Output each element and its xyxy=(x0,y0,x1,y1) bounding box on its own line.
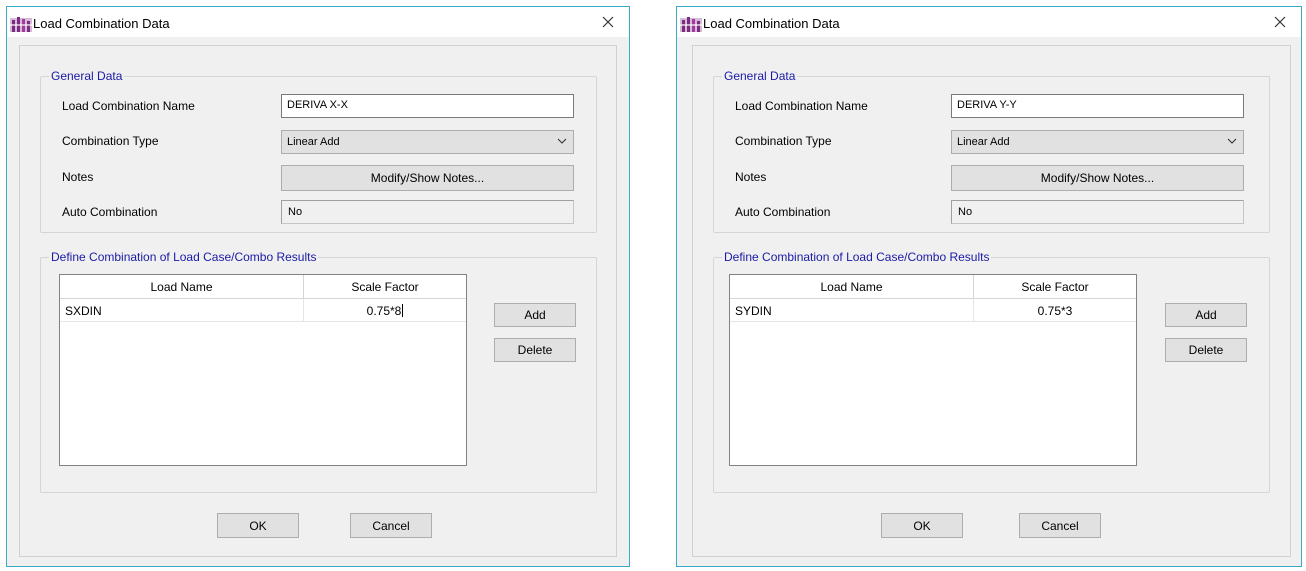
close-button[interactable] xyxy=(1259,7,1301,37)
load-combination-name-label: Load Combination Name xyxy=(62,99,195,113)
load-combination-grid[interactable]: Load Name Scale Factor SYDIN 0.75*3 xyxy=(729,274,1137,466)
add-button[interactable]: Add xyxy=(494,303,576,327)
general-data-legend: General Data xyxy=(722,69,798,83)
define-combination-legend: Define Combination of Load Case/Combo Re… xyxy=(722,250,992,264)
auto-combination-value: No xyxy=(281,200,574,224)
column-header-scale-factor[interactable]: Scale Factor xyxy=(974,275,1136,298)
etabs-app-icon xyxy=(10,17,32,32)
ok-button[interactable]: OK xyxy=(217,513,299,538)
combination-type-select[interactable]: Linear Add xyxy=(281,130,574,154)
table-row[interactable]: SXDIN 0.75*8 xyxy=(60,299,466,322)
general-data-group: General Data Load Combination Name DERIV… xyxy=(40,69,597,233)
close-icon xyxy=(602,16,614,28)
table-row[interactable]: SYDIN 0.75*3 xyxy=(730,299,1136,322)
auto-combination-label: Auto Combination xyxy=(735,205,831,219)
grid-header: Load Name Scale Factor xyxy=(60,275,466,299)
modify-show-notes-button[interactable]: Modify/Show Notes... xyxy=(951,165,1244,191)
delete-button[interactable]: Delete xyxy=(494,338,576,362)
ok-button[interactable]: OK xyxy=(881,513,963,538)
define-combination-legend: Define Combination of Load Case/Combo Re… xyxy=(49,250,319,264)
modify-show-notes-button[interactable]: Modify/Show Notes... xyxy=(281,165,574,191)
notes-label: Notes xyxy=(735,170,767,184)
define-combination-group: Define Combination of Load Case/Combo Re… xyxy=(713,250,1270,493)
general-data-group: General Data Load Combination Name DERIV… xyxy=(713,69,1270,233)
column-header-load-name[interactable]: Load Name xyxy=(730,275,974,298)
combination-type-value: Linear Add xyxy=(957,136,1010,148)
window-title: Load Combination Data xyxy=(33,16,170,31)
load-name-cell[interactable]: SXDIN xyxy=(60,299,304,321)
window-title: Load Combination Data xyxy=(703,16,840,31)
chevron-down-icon xyxy=(557,138,567,144)
auto-combination-label: Auto Combination xyxy=(62,205,158,219)
auto-combination-value: No xyxy=(951,200,1244,224)
text-caret xyxy=(402,304,404,317)
column-header-load-name[interactable]: Load Name xyxy=(60,275,304,298)
load-combination-dialog-left: Load Combination Data General Data Load … xyxy=(6,6,630,567)
scale-factor-cell[interactable]: 0.75*8 xyxy=(304,299,466,321)
load-combination-name-input[interactable]: DERIVA X-X xyxy=(281,94,574,118)
load-name-cell[interactable]: SYDIN xyxy=(730,299,974,321)
cancel-button[interactable]: Cancel xyxy=(1019,513,1101,538)
scale-factor-value[interactable]: 0.75*8 xyxy=(367,304,402,318)
add-button[interactable]: Add xyxy=(1165,303,1247,327)
title-bar[interactable]: Load Combination Data xyxy=(7,7,629,37)
column-header-scale-factor[interactable]: Scale Factor xyxy=(304,275,466,298)
combination-type-label: Combination Type xyxy=(735,134,832,148)
combination-type-label: Combination Type xyxy=(62,134,159,148)
load-combination-name-input[interactable]: DERIVA Y-Y xyxy=(951,94,1244,118)
dialog-content: General Data Load Combination Name DERIV… xyxy=(19,45,617,557)
load-combination-dialog-right: Load Combination Data General Data Load … xyxy=(676,6,1302,567)
combination-type-select[interactable]: Linear Add xyxy=(951,130,1244,154)
chevron-down-icon xyxy=(1227,138,1237,144)
delete-button[interactable]: Delete xyxy=(1165,338,1247,362)
notes-label: Notes xyxy=(62,170,94,184)
scale-factor-cell[interactable]: 0.75*3 xyxy=(974,299,1136,321)
general-data-legend: General Data xyxy=(49,69,125,83)
load-combination-grid[interactable]: Load Name Scale Factor SXDIN 0.75*8 xyxy=(59,274,467,466)
load-combination-name-label: Load Combination Name xyxy=(735,99,868,113)
close-button[interactable] xyxy=(587,7,629,37)
title-bar[interactable]: Load Combination Data xyxy=(677,7,1301,37)
close-icon xyxy=(1274,16,1286,28)
etabs-app-icon xyxy=(680,17,702,32)
dialog-content: General Data Load Combination Name DERIV… xyxy=(692,45,1291,557)
grid-header: Load Name Scale Factor xyxy=(730,275,1136,299)
define-combination-group: Define Combination of Load Case/Combo Re… xyxy=(40,250,597,493)
combination-type-value: Linear Add xyxy=(287,136,340,148)
cancel-button[interactable]: Cancel xyxy=(350,513,432,538)
